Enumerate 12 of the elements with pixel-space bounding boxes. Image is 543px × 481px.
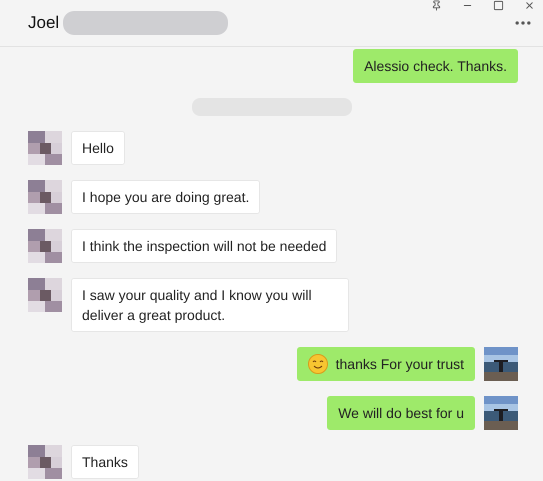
pin-icon[interactable]	[431, 0, 442, 11]
message-text: We will do best for u	[338, 404, 464, 423]
message-text: Hello	[82, 139, 114, 158]
message-text: I saw your quality and I know you will deliver a great product.	[82, 286, 313, 325]
message-text: I think the inspection will not be needed	[82, 237, 326, 256]
close-icon[interactable]	[524, 0, 535, 11]
message-text: I hope you are doing great.	[82, 188, 250, 207]
window-title: Joel	[28, 13, 60, 33]
message-text: Thanks	[82, 453, 128, 472]
maximize-icon[interactable]	[493, 0, 504, 11]
message-text: Alessio check. Thanks.	[364, 57, 507, 76]
message-text: thanks For your trust	[336, 355, 464, 374]
